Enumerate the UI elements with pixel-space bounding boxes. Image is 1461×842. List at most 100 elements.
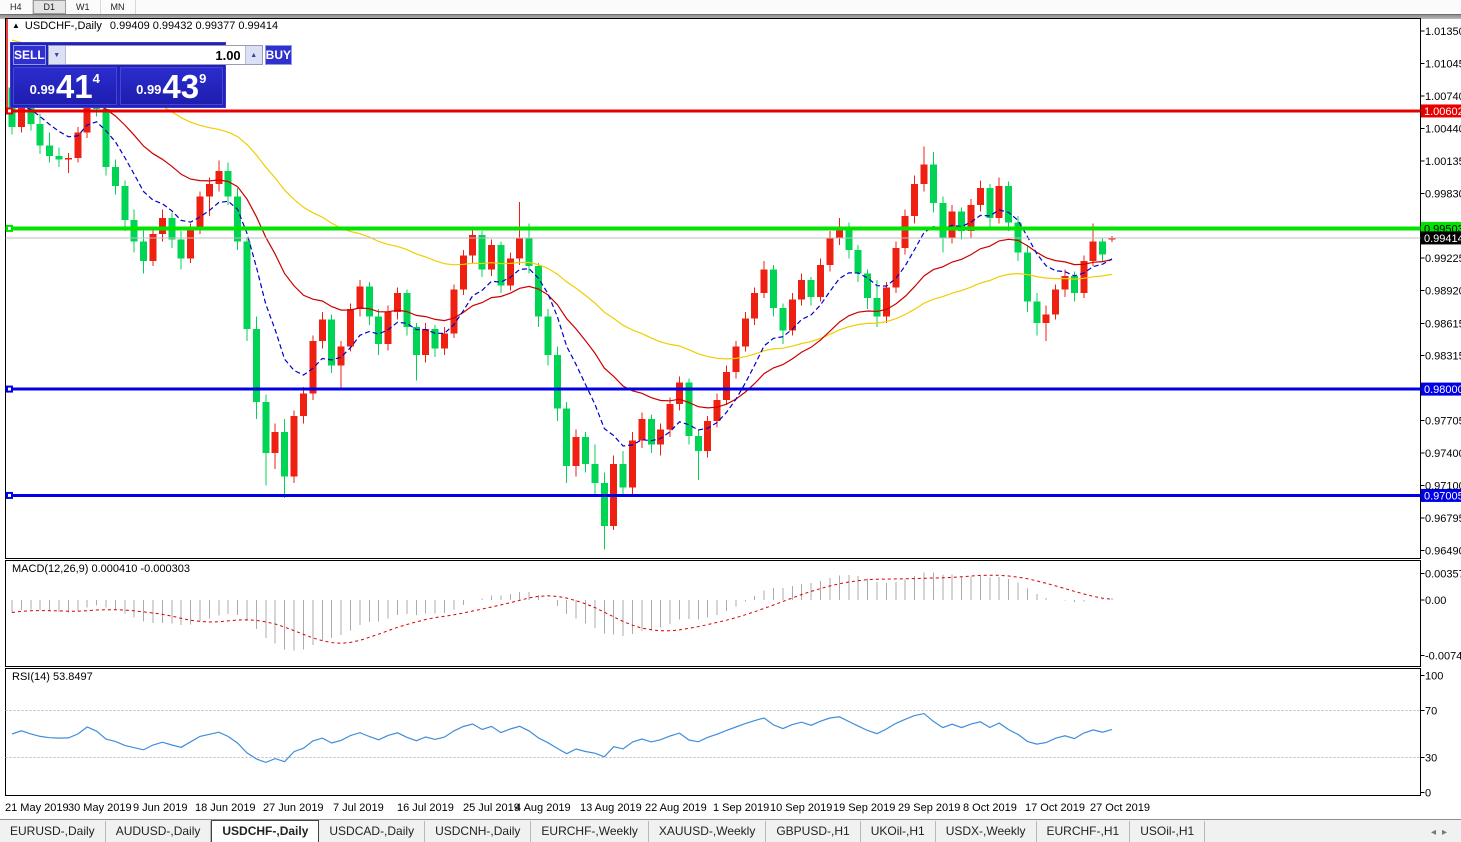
sell-button[interactable]: SELL: [13, 45, 46, 65]
buy-price-display[interactable]: 0.99 43 9: [120, 67, 224, 105]
candle: [403, 293, 410, 327]
date-axis-label: 17 Oct 2019: [1025, 802, 1085, 814]
macd-axis-label: 0.00: [1425, 595, 1446, 607]
line-handle-dot: [8, 494, 11, 497]
chart-tab-xauusd-weekly[interactable]: XAUUSD-,Weekly: [649, 821, 766, 842]
price-tick-label: 0.97100: [1425, 480, 1461, 492]
chart-tab-usdchf-daily[interactable]: USDCHF-,Daily: [211, 820, 319, 842]
candle: [779, 308, 786, 330]
date-axis-label: 13 Aug 2019: [580, 802, 642, 814]
one-click-trade-panel: SELL ▼ ▲ BUY 0.99 41 4 0.99 43 9: [10, 42, 226, 108]
candle: [732, 346, 739, 372]
candle: [291, 416, 298, 477]
chart-tab-usdcad-daily[interactable]: USDCAD-,Daily: [319, 821, 425, 842]
date-axis-label: 18 Jun 2019: [195, 802, 256, 814]
line-handle-dot: [8, 388, 11, 391]
date-axis-label: 27 Oct 2019: [1090, 802, 1150, 814]
candle: [789, 299, 796, 330]
candle: [1024, 252, 1031, 301]
candle: [996, 186, 1003, 218]
candle: [103, 109, 110, 167]
line-handle-dot: [8, 109, 11, 112]
candle: [46, 145, 53, 156]
chart-tab-bar: EURUSD-,DailyAUDUSD-,DailyUSDCHF-,DailyU…: [0, 819, 1461, 842]
candle: [911, 184, 918, 216]
candle: [413, 327, 420, 355]
candle: [159, 218, 166, 234]
buy-price-prefix: 0.99: [136, 82, 161, 97]
candle: [178, 239, 185, 258]
collapse-arrow-icon[interactable]: ▲: [12, 21, 20, 30]
candle: [450, 290, 457, 334]
date-axis-label: 1 Sep 2019: [713, 802, 769, 814]
rsi-axis-label: 100: [1425, 671, 1443, 683]
chart-tab-ukoil-h1[interactable]: UKOil-,H1: [861, 821, 936, 842]
tab-scroll-arrows[interactable]: ◂▸: [1431, 827, 1461, 842]
candle: [535, 266, 542, 316]
candle: [920, 165, 927, 184]
candle: [319, 320, 326, 341]
chart-tab-usoil-h1[interactable]: USOil-,H1: [1130, 821, 1205, 842]
date-axis-label: 22 Aug 2019: [645, 802, 707, 814]
date-axis-label: 29 Sep 2019: [898, 802, 960, 814]
candle: [544, 316, 551, 354]
date-axis-label: 8 Oct 2019: [963, 802, 1017, 814]
sell-price-pip: 4: [93, 71, 100, 86]
chart-tab-eurusd-daily[interactable]: EURUSD-,Daily: [0, 821, 106, 842]
volume-increase-button[interactable]: ▲: [245, 46, 262, 64]
chart-tab-eurchf-weekly[interactable]: EURCHF-,Weekly: [531, 821, 648, 842]
ohlc-values: 0.99409 0.99432 0.99377 0.99414: [110, 20, 278, 32]
candle: [704, 421, 711, 451]
sell-price-big: 41: [56, 72, 93, 102]
candle: [328, 320, 335, 366]
candle: [112, 167, 119, 186]
rsi-axis-label: 0: [1425, 788, 1431, 800]
candle: [817, 265, 824, 297]
sell-price-display[interactable]: 0.99 41 4: [13, 67, 117, 105]
current-price-label: 0.99414: [1424, 233, 1461, 245]
price-tick-label: 1.00440: [1425, 123, 1461, 135]
date-axis-label: 7 Jul 2019: [333, 802, 384, 814]
candle: [281, 432, 288, 477]
candle: [582, 437, 589, 464]
candle: [770, 269, 777, 307]
candle: [798, 280, 805, 299]
chart-tab-usdcnh-daily[interactable]: USDCNH-,Daily: [425, 821, 531, 842]
candle: [234, 197, 241, 242]
chart-tab-audusd-daily[interactable]: AUDUSD-,Daily: [106, 821, 212, 842]
date-axis-label: 19 Sep 2019: [833, 802, 895, 814]
candle: [723, 372, 730, 400]
candle: [638, 419, 645, 440]
macd-indicator-label: MACD(12,26,9) 0.000410 -0.000303: [12, 563, 190, 575]
candle: [563, 408, 570, 466]
volume-input[interactable]: [66, 46, 245, 64]
candle: [1080, 261, 1087, 293]
chart-tab-eurchf-h1[interactable]: EURCHF-,H1: [1037, 821, 1131, 842]
price-tick-label: 0.97705: [1425, 416, 1461, 428]
candle: [1099, 242, 1106, 255]
chart-tab-gbpusd-h1[interactable]: GBPUSD-,H1: [766, 821, 860, 842]
buy-button[interactable]: BUY: [265, 45, 292, 65]
sell-price-prefix: 0.99: [30, 82, 55, 97]
candle: [751, 293, 758, 319]
candle: [356, 286, 363, 308]
price-tick-label: 1.01350: [1425, 26, 1461, 38]
candle: [591, 464, 598, 483]
candle: [526, 237, 533, 266]
candle: [902, 216, 909, 248]
chart-canvas[interactable]: 1.006020.995030.980000.970050.994141.013…: [0, 0, 1461, 842]
buy-price-big: 43: [162, 72, 199, 102]
volume-decrease-button[interactable]: ▼: [49, 46, 66, 64]
candle: [441, 333, 448, 348]
candle: [366, 286, 373, 316]
date-axis-label: 30 May 2019: [68, 802, 132, 814]
candle: [1005, 186, 1012, 222]
candle: [554, 355, 561, 408]
date-axis-label: 10 Sep 2019: [770, 802, 832, 814]
date-axis-label: 4 Aug 2019: [515, 802, 571, 814]
candle: [338, 346, 345, 365]
candle: [883, 288, 890, 317]
price-tick-label: 0.98615: [1425, 318, 1461, 330]
chart-tab-usdx-weekly[interactable]: USDX-,Weekly: [936, 821, 1037, 842]
candle: [65, 158, 72, 160]
